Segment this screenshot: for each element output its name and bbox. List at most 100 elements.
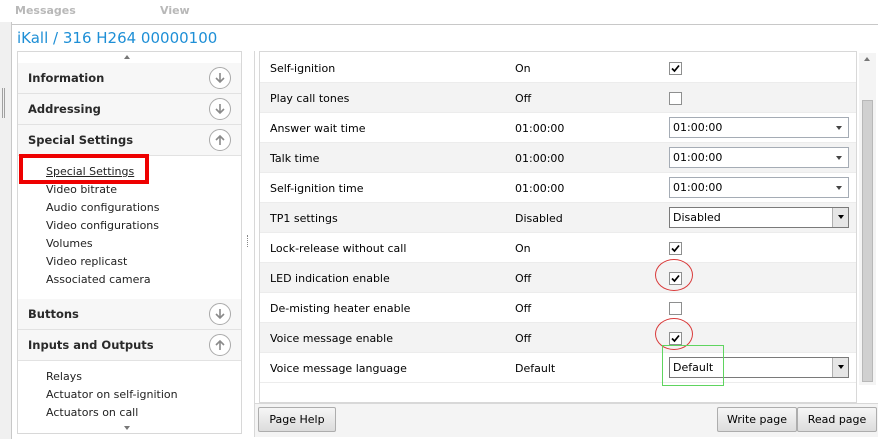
setting-row: TP1 settings Disabled Disabled: [260, 203, 856, 233]
chevron-circle-down-icon[interactable]: [209, 303, 231, 325]
setting-current-value: Default: [515, 362, 556, 375]
setting-dropdown[interactable]: 01:00:00: [669, 177, 849, 198]
nav-item-actuators-on-call[interactable]: Actuators on call: [46, 406, 138, 419]
setting-row: Self-ignition time 01:00:00 01:00:00: [260, 173, 856, 203]
panel-splitter[interactable]: [242, 51, 254, 434]
dropdown-selected-value: 01:00:00: [673, 151, 723, 164]
chevron-down-icon: [838, 365, 844, 369]
nav-section-addressing[interactable]: Addressing: [18, 94, 241, 125]
setting-name: Voice message enable: [270, 332, 393, 345]
setting-row: Voice message enable Off: [260, 323, 856, 353]
window-title-bar: iKall / 316 H264 00000100: [12, 24, 878, 50]
nav-section-buttons[interactable]: Buttons: [18, 299, 241, 330]
setting-checkbox[interactable]: [669, 302, 682, 315]
window-title: iKall / 316 H264 00000100: [17, 29, 218, 47]
nav-item-video-replicast[interactable]: Video replicast: [46, 255, 127, 268]
nav-item-video-bitrate[interactable]: Video bitrate: [46, 183, 117, 196]
nav-section-inputs-outputs[interactable]: Inputs and Outputs: [18, 330, 241, 361]
nav-item-actuator-self-ignition[interactable]: Actuator on self-ignition: [46, 388, 178, 401]
setting-row: LED indication enable Off: [260, 263, 856, 293]
setting-checkbox[interactable]: [669, 242, 682, 255]
nav-section-special-settings[interactable]: Special Settings: [18, 125, 241, 156]
setting-current-value: Off: [515, 332, 532, 345]
setting-name: Talk time: [270, 152, 320, 165]
nav-item-audio-configurations[interactable]: Audio configurations: [46, 201, 159, 214]
setting-name: Self-ignition: [270, 62, 336, 75]
chevron-circle-up-icon[interactable]: [209, 334, 231, 356]
setting-row: Talk time 01:00:00 01:00:00: [260, 143, 856, 173]
menu-bar: Messages View: [0, 0, 878, 22]
setting-current-value: On: [515, 62, 531, 75]
setting-dropdown[interactable]: Disabled: [669, 207, 849, 228]
setting-row: Play call tones Off: [260, 83, 856, 113]
setting-current-value: Disabled: [515, 212, 563, 225]
setting-row: Answer wait time 01:00:00 01:00:00: [260, 113, 856, 143]
read-page-button[interactable]: Read page: [797, 407, 877, 432]
setting-row: Self-ignition On: [260, 53, 856, 83]
green-highlight-box: [662, 345, 724, 386]
vertical-scrollbar[interactable]: [859, 53, 876, 385]
nav-section-label: Inputs and Outputs: [28, 338, 154, 352]
nav-item-volumes[interactable]: Volumes: [46, 237, 93, 250]
nav-scroll-up-icon[interactable]: [124, 55, 130, 59]
nav-item-relays[interactable]: Relays: [46, 370, 82, 383]
nav-scroll-down-icon[interactable]: [124, 426, 130, 430]
chevron-down-icon[interactable]: [836, 126, 842, 130]
setting-current-value: Off: [515, 92, 532, 105]
setting-name: LED indication enable: [270, 272, 390, 285]
dropdown-button[interactable]: [832, 358, 848, 377]
setting-current-value: Off: [515, 302, 532, 315]
setting-name: Play call tones: [270, 92, 350, 105]
left-edge-strip: [0, 22, 12, 439]
settings-table: Self-ignition On Play call tones Off Answer …: [259, 51, 857, 403]
chevron-down-icon[interactable]: [836, 186, 842, 190]
setting-current-value: 01:00:00: [515, 182, 565, 195]
nav-section-label: Addressing: [28, 102, 101, 116]
checkmark-icon: [671, 244, 680, 253]
setting-current-value: 01:00:00: [515, 122, 565, 135]
setting-name: De-misting heater enable: [270, 302, 411, 315]
setting-name: TP1 settings: [270, 212, 338, 225]
dropdown-selected-value: Disabled: [673, 211, 721, 224]
nav-section-label: Special Settings: [28, 133, 134, 147]
dropdown-selected-value: 01:00:00: [673, 121, 723, 134]
splitter-grip-icon: [247, 235, 248, 247]
nav-section-label: Information: [28, 71, 105, 85]
setting-dropdown[interactable]: 01:00:00: [669, 147, 849, 168]
scroll-thumb[interactable]: [862, 100, 873, 382]
setting-row: Voice message language Default Default: [260, 353, 856, 383]
nav-item-video-configurations[interactable]: Video configurations: [46, 219, 159, 232]
bottom-action-bar: Page Help Write page Read page: [255, 403, 878, 437]
setting-current-value: Off: [515, 272, 532, 285]
nav-section-information[interactable]: Information: [18, 63, 241, 94]
chevron-down-icon: [838, 215, 844, 219]
setting-name: Answer wait time: [270, 122, 366, 135]
nav-item-associated-camera[interactable]: Associated camera: [46, 273, 151, 286]
write-page-button[interactable]: Write page: [717, 407, 797, 432]
chevron-down-icon[interactable]: [836, 156, 842, 160]
dropdown-button[interactable]: [832, 208, 848, 227]
chevron-circle-down-icon[interactable]: [209, 98, 231, 120]
splitter-grip[interactable]: [2, 88, 5, 118]
setting-name: Voice message language: [270, 362, 407, 375]
red-highlight-box: [19, 154, 149, 184]
chevron-circle-up-icon[interactable]: [209, 129, 231, 151]
setting-row: De-misting heater enable Off: [260, 293, 856, 323]
navigation-panel: Information Addressing Special Settings …: [17, 51, 242, 434]
setting-row: Lock-release without call On: [260, 233, 856, 263]
menu-messages[interactable]: Messages: [15, 4, 76, 17]
setting-name: Lock-release without call: [270, 242, 407, 255]
scroll-up-icon[interactable]: [864, 57, 870, 61]
settings-content: Self-ignition On Play call tones Off Answer …: [254, 51, 878, 437]
nav-section-label: Buttons: [28, 307, 79, 321]
setting-current-value: On: [515, 242, 531, 255]
checkmark-icon: [671, 64, 680, 73]
menu-view[interactable]: View: [160, 4, 190, 17]
setting-dropdown[interactable]: 01:00:00: [669, 117, 849, 138]
setting-checkbox[interactable]: [669, 92, 682, 105]
setting-current-value: 01:00:00: [515, 152, 565, 165]
chevron-circle-down-icon[interactable]: [209, 67, 231, 89]
setting-name: Self-ignition time: [270, 182, 364, 195]
setting-checkbox[interactable]: [669, 62, 682, 75]
page-help-button[interactable]: Page Help: [258, 407, 336, 432]
